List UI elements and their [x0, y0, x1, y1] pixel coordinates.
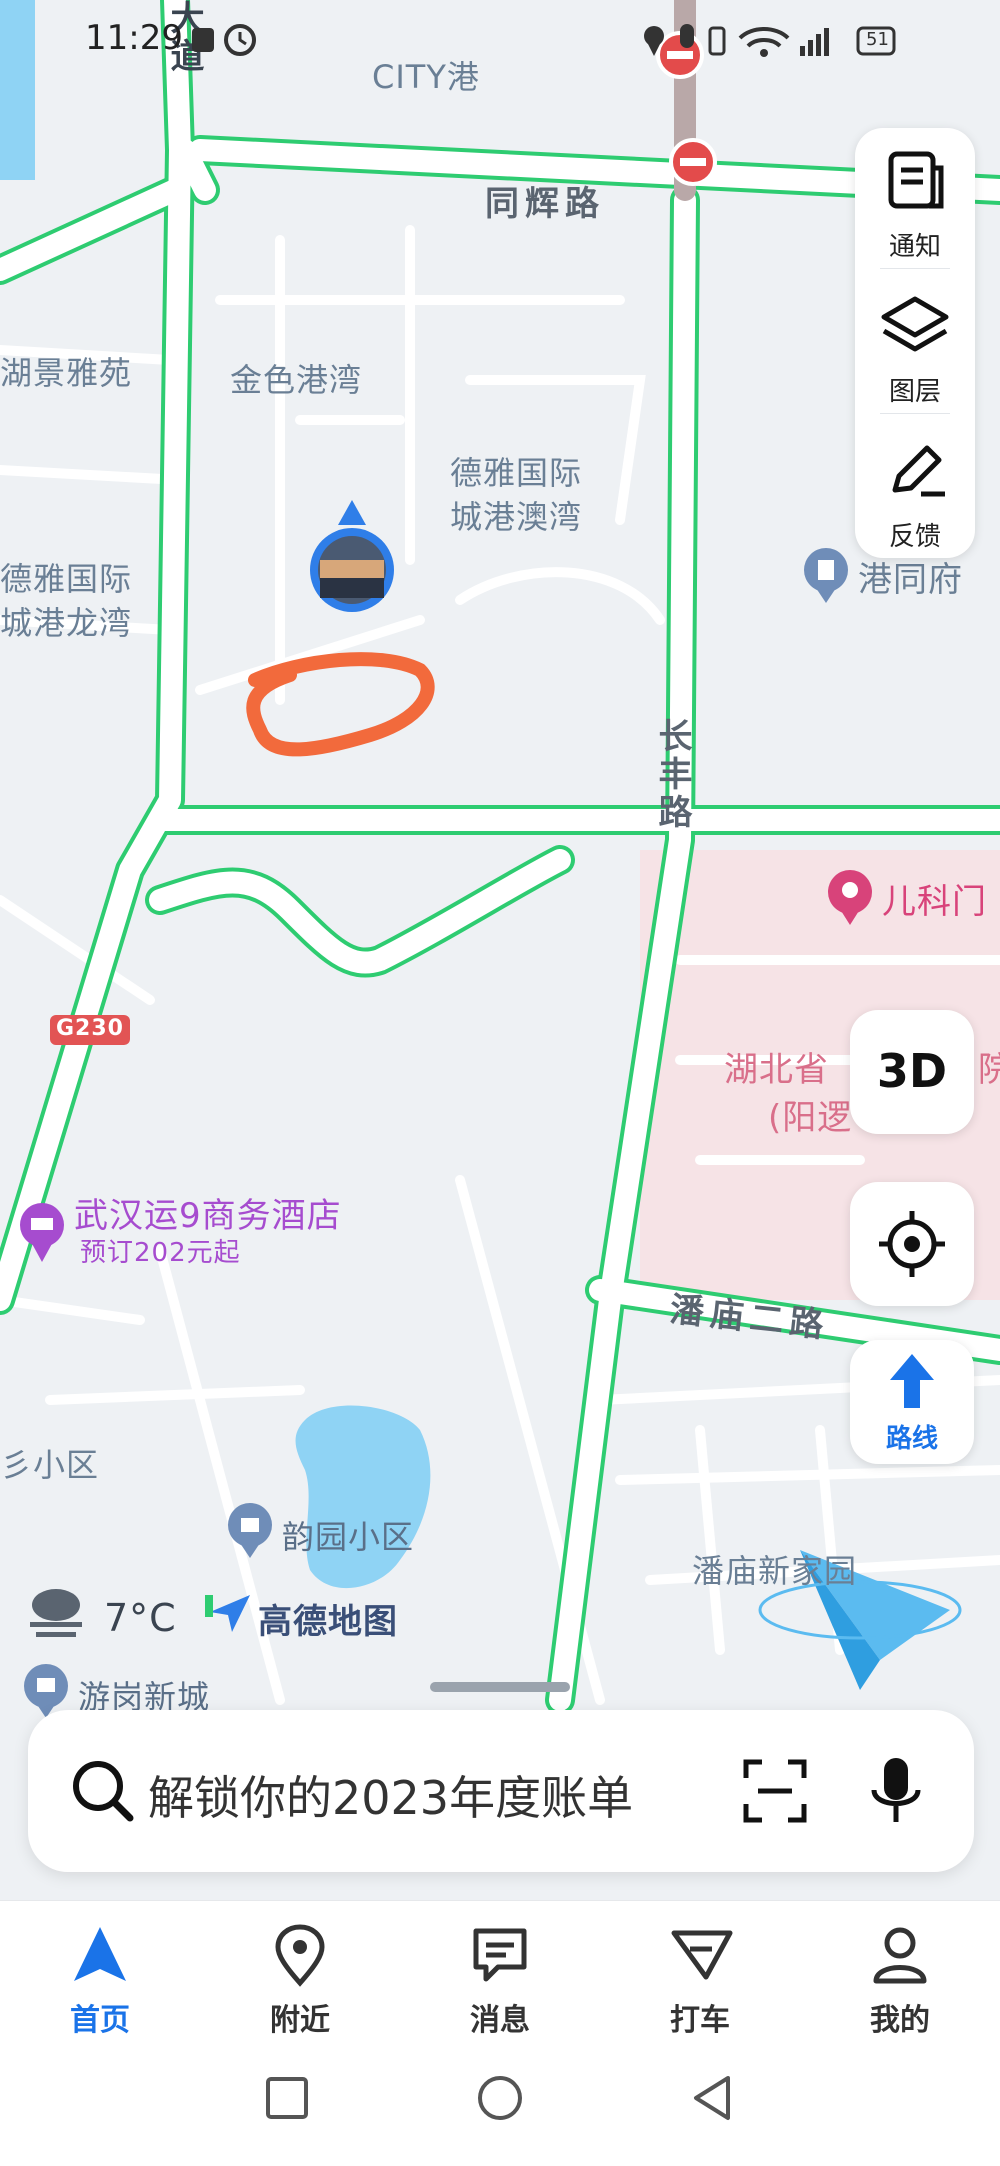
3d-toggle-button[interactable]: 3D: [850, 1010, 974, 1134]
map-label: (阳逻: [768, 1098, 853, 1138]
map-label: 德雅国际: [0, 560, 133, 598]
route-label: 路线: [885, 1424, 938, 1454]
layers-label: 图层: [888, 377, 941, 407]
locate-icon: [879, 1211, 945, 1277]
search-input[interactable]: 解锁你的2023年度账单: [148, 1762, 633, 1828]
map-label: 潘庙新家园: [692, 1552, 858, 1590]
weather-temp: 7°C: [104, 1596, 177, 1640]
route-arrow-icon: [890, 1354, 934, 1408]
nav-home-label: 首页: [70, 2003, 130, 2038]
hotel-name[interactable]: 武汉运9商务酒店: [74, 1188, 342, 1237]
map-label: 儿科门: [882, 882, 987, 922]
map-label: 城港龙湾: [0, 604, 133, 642]
drag-handle[interactable]: [430, 1682, 570, 1692]
status-time: 11:29: [85, 18, 183, 58]
home-icon[interactable]: [476, 2074, 524, 2122]
user-icon: [873, 1927, 927, 1984]
road-label: 长丰路: [652, 718, 692, 832]
brand-label: 高德地图: [258, 1602, 398, 1642]
nav-profile-label: 我的: [870, 2003, 930, 2038]
microphone-icon[interactable]: [866, 1754, 926, 1828]
map-label: 金色港湾: [230, 361, 363, 399]
back-icon[interactable]: [690, 2074, 734, 2122]
map-tool-panel: 通知 图层 反馈: [855, 128, 975, 558]
taxi-icon: [671, 1930, 733, 1980]
feedback-button[interactable]: 反馈: [855, 418, 975, 558]
nav-messages[interactable]: 消息: [400, 1901, 600, 2041]
3d-label: 3D: [876, 1044, 948, 1098]
notification-icon: [888, 151, 944, 209]
status-system-icons: [644, 24, 896, 57]
bottom-nav: 首页 附近 消息 打车 我的: [0, 1900, 1000, 2041]
nav-nearby-label: 附近: [270, 2003, 330, 2038]
hotel-price: 预订202元起: [80, 1238, 241, 1268]
map-label: 韵园小区: [282, 1518, 415, 1556]
map-view[interactable]: CITY港 同辉路 大道 湖景雅苑 金色港湾 德雅国际 城港澳湾 德雅国际 城港…: [0, 0, 1000, 1900]
search-bar[interactable]: 解锁你的2023年度账单: [28, 1710, 974, 1872]
map-label: 彡小区: [0, 1446, 100, 1484]
layers-icon: [881, 296, 949, 352]
status-notification-icons: [192, 24, 256, 56]
system-navigation-bar: [0, 2040, 1000, 2166]
notify-button[interactable]: 通知: [855, 128, 975, 268]
nav-taxi[interactable]: 打车: [600, 1901, 800, 2041]
route-button[interactable]: 路线: [850, 1340, 974, 1464]
map-label: 湖景雅苑: [0, 354, 133, 392]
scan-icon[interactable]: [740, 1756, 810, 1826]
map-label: 港同府: [858, 560, 963, 600]
message-icon: [473, 1928, 527, 1982]
road-label: 同辉路: [485, 184, 605, 224]
search-icon: [73, 1761, 134, 1822]
road-sign-label: G230: [56, 1016, 124, 1041]
map-label: 院: [978, 1050, 1000, 1090]
nav-taxi-label: 打车: [670, 2003, 730, 2038]
nav-home[interactable]: 首页: [0, 1901, 200, 2041]
edit-pencil-icon: [892, 445, 945, 497]
map-label: 德雅国际: [450, 454, 583, 492]
location-pin-icon: [275, 1924, 325, 1987]
status-bar: 11:29 51: [0, 0, 1000, 80]
nav-nearby[interactable]: 附近: [200, 1901, 400, 2041]
nav-messages-label: 消息: [470, 2003, 530, 2038]
notify-label: 通知: [888, 232, 941, 262]
locate-button[interactable]: [850, 1182, 974, 1306]
recent-apps-icon[interactable]: [265, 2076, 309, 2120]
feedback-label: 反馈: [888, 522, 941, 552]
nav-profile[interactable]: 我的: [800, 1901, 1000, 2041]
home-navigation-icon: [74, 1927, 126, 1981]
map-label: 湖北省: [724, 1050, 829, 1090]
no-entry-icon: [669, 138, 717, 186]
layers-button[interactable]: 图层: [855, 273, 975, 413]
battery-level: 51: [866, 29, 889, 50]
map-label: 城港澳湾: [450, 498, 583, 536]
